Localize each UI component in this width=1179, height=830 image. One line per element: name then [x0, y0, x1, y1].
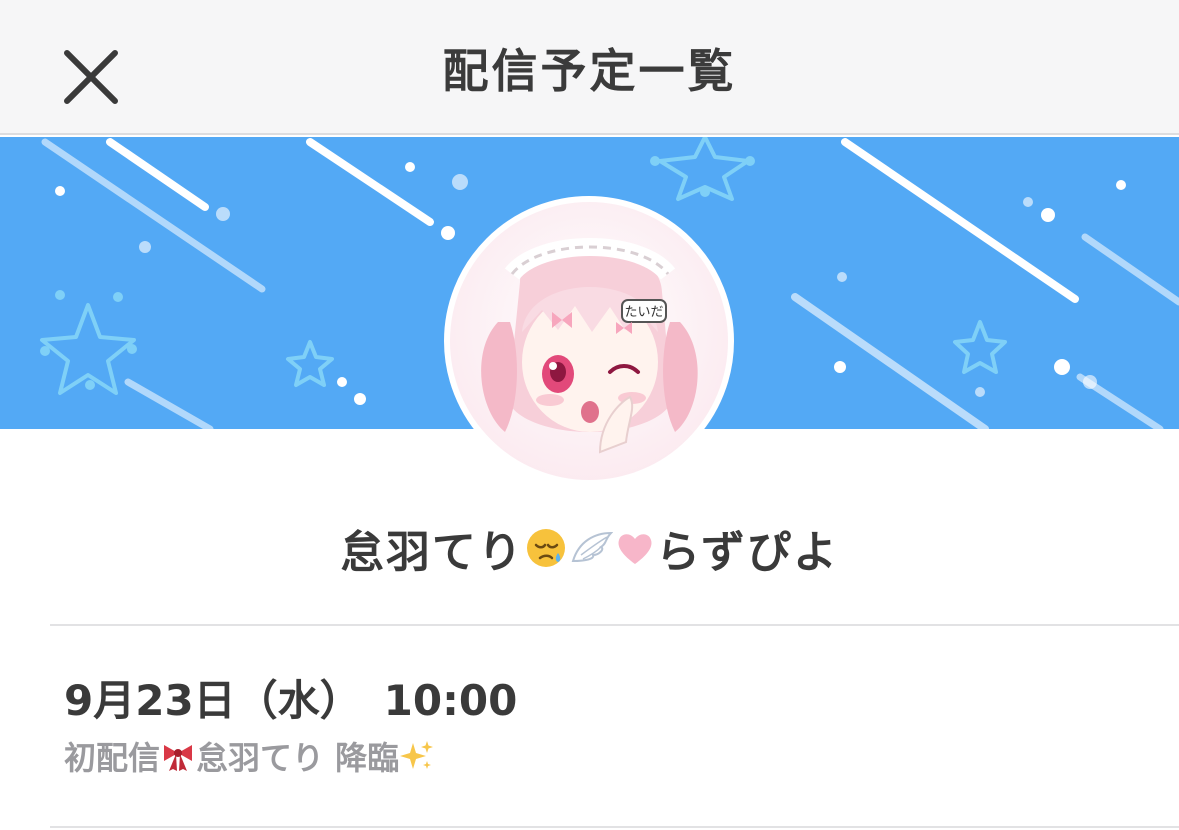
divider-top [50, 624, 1179, 626]
wing-icon [571, 531, 613, 563]
avatar-illustration: たいだ [450, 202, 728, 480]
divider-bottom [50, 826, 1179, 828]
disappointed-relieved-face-icon [526, 529, 565, 567]
channel-name-text-2: らずぴよ [655, 527, 840, 578]
sparkles-icon [400, 741, 434, 769]
header-bar: 配信予定一覧 [0, 0, 1179, 135]
schedule-datetime: 9月23日（水） 10:00 [64, 667, 517, 728]
schedule-time: 10:00 [383, 676, 518, 725]
schedule-title-text-1: 初配信 [64, 739, 161, 777]
page-title: 配信予定一覧 [442, 43, 737, 98]
schedule-title-text-2: 怠羽てり 降臨 [196, 739, 400, 777]
app-screen: 配信予定一覧 たいだ 怠羽てり らずぴよ 9月23日（水） 10:00 初配信 … [0, 0, 1179, 830]
ribbon-icon [164, 745, 193, 771]
close-icon [64, 50, 118, 104]
schedule-title: 初配信 怠羽てり 降臨 [64, 733, 435, 779]
schedule-date: 9月23日（水） [64, 676, 362, 725]
channel-avatar[interactable]: たいだ [444, 196, 734, 486]
schedule-item[interactable]: 9月23日（水） 10:00 初配信 怠羽てり 降臨 [50, 627, 1179, 827]
close-button[interactable] [52, 38, 130, 116]
channel-name-text-1: 怠羽てり [339, 527, 524, 578]
pink-heart-icon [618, 534, 652, 564]
svg-text:たいだ: たいだ [624, 305, 663, 320]
channel-name: 怠羽てり らずぴよ [0, 512, 1179, 584]
